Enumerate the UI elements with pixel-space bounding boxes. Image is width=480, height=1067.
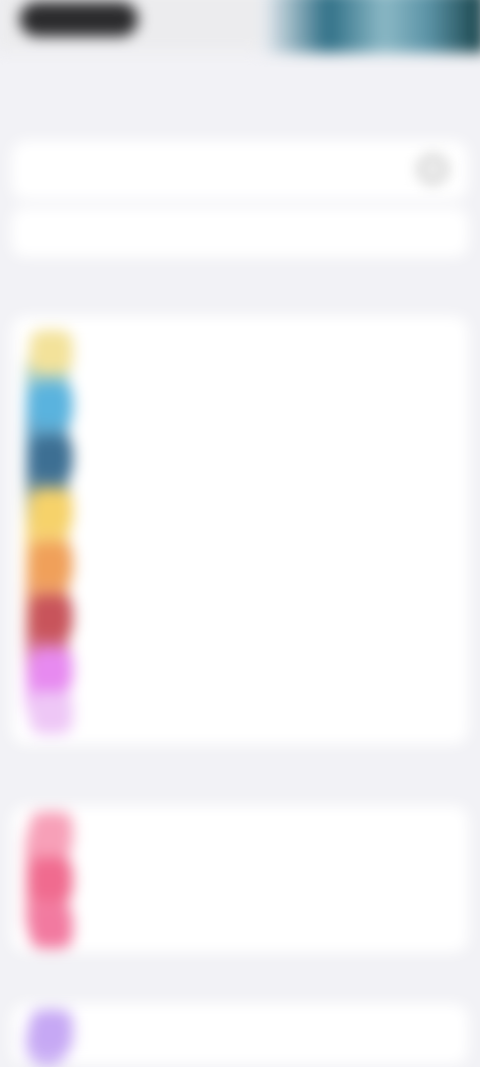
row-icon xyxy=(29,811,73,855)
row-icon xyxy=(29,691,73,735)
section-card-3 xyxy=(11,1003,469,1067)
wallpaper-strip xyxy=(260,0,480,53)
row-icon xyxy=(29,330,73,374)
list-item[interactable] xyxy=(12,1003,469,1056)
list-item[interactable] xyxy=(12,853,469,906)
row-icon xyxy=(29,489,73,533)
row-icon xyxy=(29,858,73,902)
section-card-2 xyxy=(11,805,469,953)
list-item[interactable] xyxy=(12,483,469,536)
search-field[interactable] xyxy=(11,140,469,200)
dynamic-island xyxy=(19,1,139,37)
list-item[interactable] xyxy=(12,806,469,859)
status-bar xyxy=(0,0,480,53)
list-item[interactable] xyxy=(12,899,469,952)
list-item[interactable] xyxy=(12,324,469,377)
row-icon xyxy=(29,436,73,480)
search-icon[interactable] xyxy=(419,155,447,183)
list-item[interactable] xyxy=(12,536,469,589)
list-item[interactable] xyxy=(12,589,469,642)
blurred-settings-screen xyxy=(0,0,480,1067)
row-icon xyxy=(29,542,73,586)
row-icon xyxy=(29,905,73,949)
section-card-1 xyxy=(11,316,469,745)
row-icon xyxy=(29,595,73,639)
list-item[interactable] xyxy=(12,430,469,483)
list-item[interactable] xyxy=(12,685,469,738)
row-icon xyxy=(29,1009,73,1053)
segmented-control[interactable] xyxy=(11,207,469,257)
row-icon xyxy=(29,383,73,427)
list-item[interactable] xyxy=(12,377,469,430)
